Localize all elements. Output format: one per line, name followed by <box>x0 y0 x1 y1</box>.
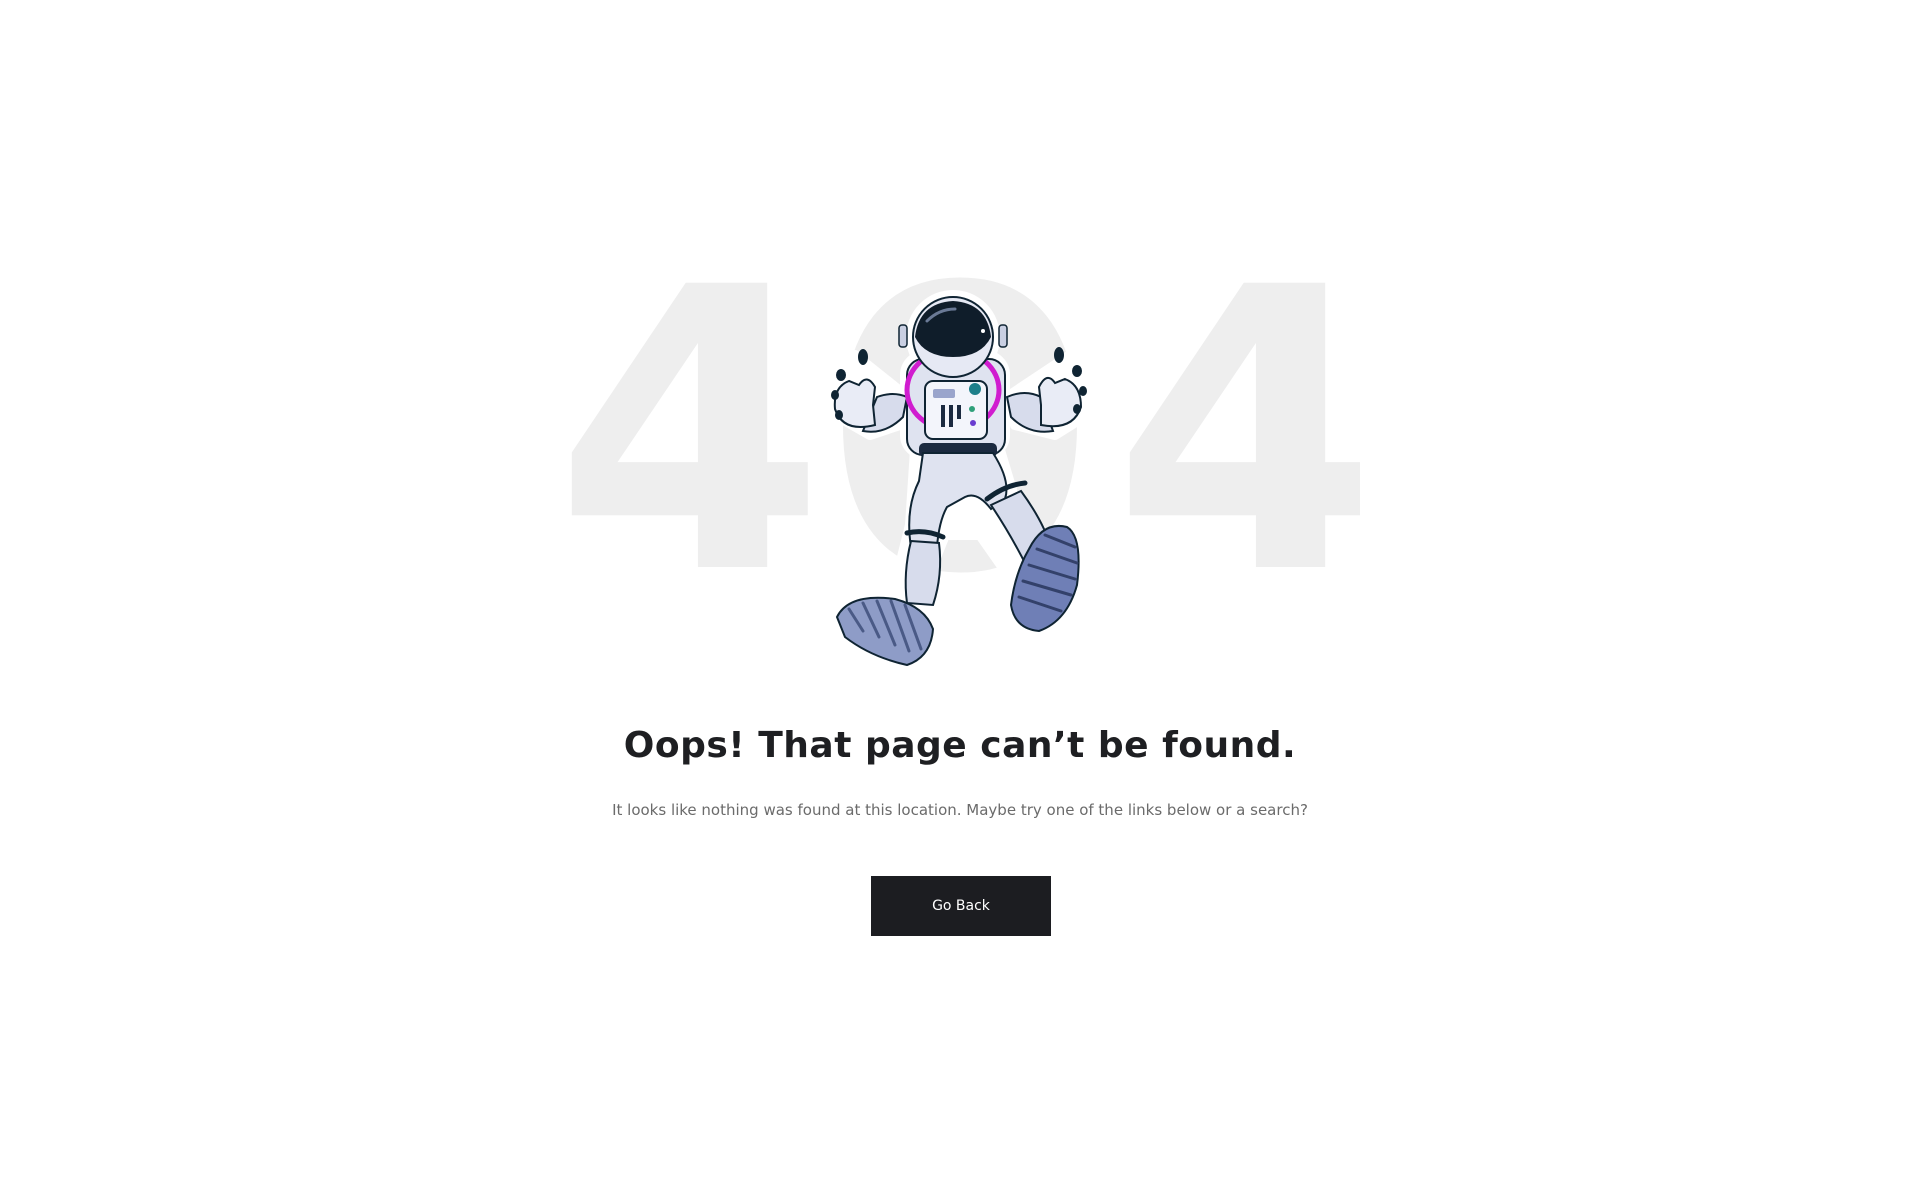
code-digit-right: 4 <box>1112 255 1360 659</box>
go-back-button[interactable]: Go Back <box>871 876 1051 936</box>
hero-illustration: 4 0 4 <box>560 255 1360 685</box>
page-title: Oops! That page can’t be found. <box>623 725 1297 766</box>
error-404-page: 4 0 4 <box>0 0 1920 1201</box>
code-digit-left: 4 <box>560 255 826 659</box>
astronaut-icon <box>825 290 1098 668</box>
error-message: It looks like nothing was found at this … <box>612 801 1308 819</box>
